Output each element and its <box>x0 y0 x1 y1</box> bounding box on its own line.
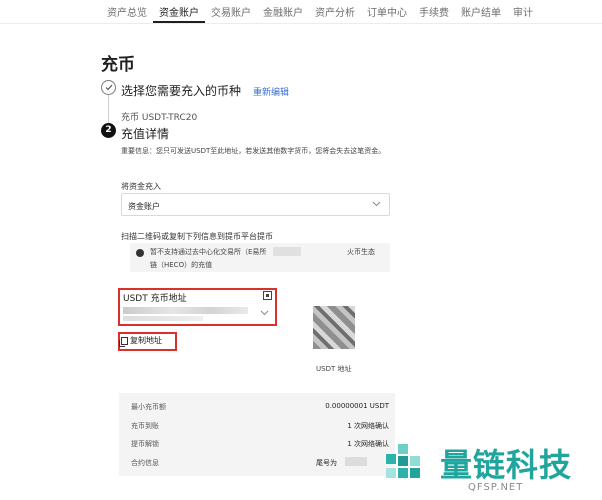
detail-key: 最小充币额 <box>131 403 166 411</box>
selected-coin-summary: 充币 USDT-TRC20 <box>121 113 198 123</box>
step-connector <box>108 95 109 123</box>
important-notice: 重要信息：您只可发送USDT至此地址，若发送其他数字货币，您将会失去这笔资金。 <box>121 147 386 155</box>
tab-trading-account[interactable]: 交易账户 <box>205 0 257 23</box>
step1-title: 选择您需要充入的币种 <box>121 84 242 98</box>
detail-value: 尾号为 <box>316 459 337 467</box>
warning-text-3: 链（HECO）的充值 <box>150 261 213 269</box>
heco-warning: 暂不支持通过去中心化交易所（E易所 火币生态 链（HECO）的充值 <box>130 243 390 272</box>
tab-funding-account[interactable]: 资金账户 <box>153 0 205 23</box>
redacted-contract <box>345 457 367 466</box>
step2-number: 2 <box>101 123 116 138</box>
warning-text-1: 暂不支持通过去中心化交易所（E易所 <box>150 248 267 256</box>
tab-asset-overview[interactable]: 资产总览 <box>101 0 153 23</box>
detail-key: 充币到账 <box>131 422 159 430</box>
qr-code-icon[interactable] <box>263 291 272 300</box>
redacted-address-line2 <box>123 316 203 321</box>
warning-text-2: 火币生态 <box>347 248 375 256</box>
qr-code <box>313 306 355 349</box>
page-title: 充币 <box>101 55 135 75</box>
detail-value: 1 次网络确认 <box>347 422 389 430</box>
copy-address-button[interactable]: 复制地址 <box>119 335 162 347</box>
detail-value: 0.00000001 USDT <box>325 402 389 410</box>
step2-title: 充值详情 <box>121 127 170 141</box>
account-select-value: 资金账户 <box>128 202 160 211</box>
check-icon <box>101 80 116 95</box>
tab-statements[interactable]: 账户结单 <box>455 0 507 23</box>
tab-financial-account[interactable]: 金融账户 <box>257 0 309 23</box>
address-field[interactable] <box>123 306 273 323</box>
address-label: USDT 充币地址 <box>123 294 187 304</box>
chevron-down-icon <box>260 310 269 316</box>
watermark-title: 量链科技 <box>440 446 573 484</box>
tab-asset-analysis[interactable]: 资产分析 <box>309 0 361 23</box>
copy-icon <box>119 336 128 347</box>
re-edit-link[interactable]: 重新编辑 <box>253 85 289 98</box>
watermark-domain: QFSP.NET <box>468 482 524 493</box>
top-nav: 资产总览 资金账户 交易账户 金融账户 资产分析 订单中心 手续费 账户结单 审… <box>0 0 602 24</box>
deposit-into-label: 将资金充入 <box>121 182 161 191</box>
deposit-details: 最小充币额 0.00000001 USDT 充币到账 1 次网络确认 提币解锁 … <box>119 393 395 476</box>
tab-audit[interactable]: 审计 <box>507 0 539 23</box>
copy-address-label: 复制地址 <box>130 336 162 345</box>
chevron-down-icon <box>372 201 381 207</box>
brand-logo-icon <box>386 444 420 478</box>
info-icon <box>136 249 144 257</box>
watermark: 量链科技 QFSP.NET <box>380 438 600 498</box>
tab-order-center[interactable]: 订单中心 <box>361 0 413 23</box>
scan-instruction: 扫描二维码或复制下列信息到提币平台提币 <box>121 232 273 241</box>
account-select[interactable]: 资金账户 <box>121 193 390 216</box>
detail-key: 合约信息 <box>131 459 159 467</box>
qr-caption: USDT 地址 <box>316 365 352 373</box>
detail-key: 提币解锁 <box>131 440 159 448</box>
redacted-address <box>123 307 248 314</box>
tab-fees[interactable]: 手续费 <box>413 0 455 23</box>
redacted-text <box>273 247 301 256</box>
